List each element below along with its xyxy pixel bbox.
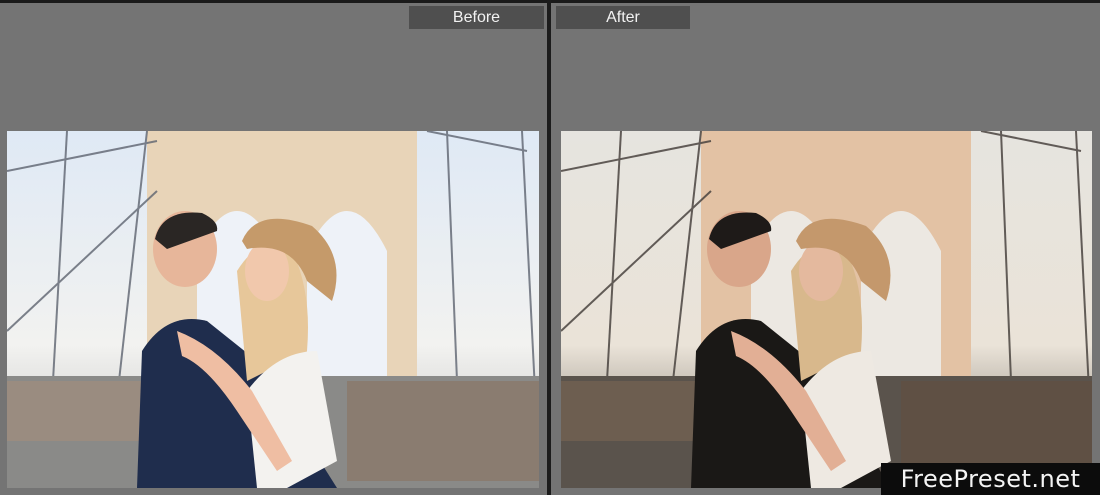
before-photo[interactable] [7, 131, 539, 488]
after-pane[interactable]: After [551, 3, 1100, 495]
before-label: Before [409, 6, 544, 29]
watermark-text: FreePreset.net [881, 463, 1100, 495]
before-pane[interactable]: Before [0, 3, 547, 495]
after-photo[interactable] [561, 131, 1092, 488]
after-label: After [556, 6, 690, 29]
